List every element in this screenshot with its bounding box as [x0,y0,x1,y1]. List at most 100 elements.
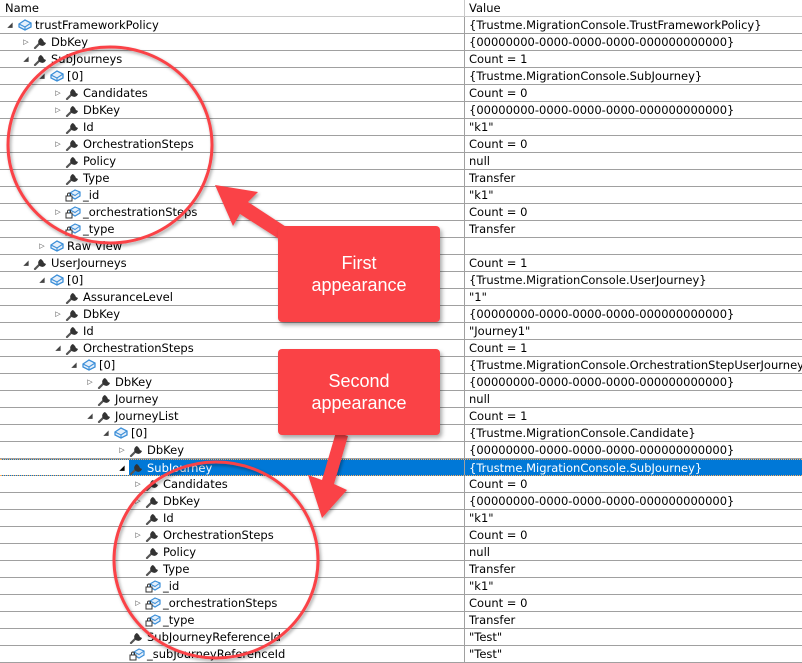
value-cell[interactable]: {Trustme.MigrationConsole.UserJourney} [465,272,802,288]
expand-arrow-icon[interactable]: ▷ [37,238,47,254]
value-cell[interactable]: null [465,153,802,169]
value-cell[interactable]: "k1" [465,119,802,135]
value-cell[interactable]: Count = 0 [465,85,802,101]
column-header-name[interactable]: Name [0,0,465,16]
tree-row[interactable]: ▷ DbKey {00000000-0000-0000-0000-000000000… [0,493,802,510]
collapse-arrow-icon[interactable]: ◢ [53,340,63,356]
collapse-arrow-icon[interactable]: ◢ [69,357,79,373]
private-field-icon [145,596,161,610]
collapse-arrow-icon[interactable]: ◢ [85,408,95,424]
collapse-arrow-icon[interactable]: ◢ [21,51,31,67]
value-cell[interactable]: "k1" [465,578,802,594]
row-name: DbKey [83,103,121,117]
value-cell[interactable]: Transfer [465,612,802,628]
expand-arrow-icon[interactable]: ▷ [53,204,63,220]
value-cell[interactable]: {00000000-0000-0000-0000-000000000000} [465,442,802,458]
expand-arrow-icon[interactable]: ▷ [133,595,143,611]
tree-row[interactable]: _id "k1" [0,578,802,595]
tree-row[interactable]: ▷ Candidates Count = 0 [0,476,802,493]
value-cell[interactable]: {00000000-0000-0000-0000-000000000000} [465,374,802,390]
value-cell[interactable]: {Trustme.MigrationConsole.Candidate} [465,425,802,441]
tree-row-selected[interactable]: ◢ SubJourney {Trustme.MigrationConsole.Sub… [0,459,802,476]
tree-row[interactable]: Type Transfer [0,561,802,578]
value-cell[interactable]: {00000000-0000-0000-0000-000000000000} [465,306,802,322]
expand-arrow-icon[interactable]: ▷ [133,527,143,543]
value-cell[interactable]: {00000000-0000-0000-0000-000000000000} [465,34,802,50]
value-cell[interactable]: Count = 1 [465,340,802,356]
tree-row[interactable]: ▷ _orchestrationSteps Count = 0 [0,595,802,612]
value-cell[interactable]: {00000000-0000-0000-0000-000000000000} [465,493,802,509]
value-cell[interactable]: {Trustme.MigrationConsole.SubJourney} [465,68,802,84]
collapse-arrow-icon[interactable]: ◢ [101,425,111,441]
value-cell[interactable] [465,238,802,254]
property-icon [65,137,81,152]
tree-row[interactable]: ▷ DbKey {00000000-0000-0000-0000-000000000… [0,442,802,459]
tree-row[interactable]: _type Transfer [0,612,802,629]
tree-row[interactable]: Id "k1" [0,510,802,527]
value-cell[interactable]: "Test" [465,629,802,645]
collapse-arrow-icon[interactable]: ◢ [37,68,47,84]
value-cell[interactable]: Transfer [465,561,802,577]
collapse-arrow-icon[interactable]: ◢ [21,255,31,271]
value-cell[interactable]: Count = 1 [465,408,802,424]
expand-arrow-icon[interactable]: ▷ [53,102,63,118]
row-name: _subJourneyReferenceId [147,647,286,661]
property-icon [129,630,145,645]
expand-arrow-icon[interactable]: ▷ [133,476,143,492]
value-cell[interactable]: Count = 0 [465,476,802,492]
collapse-arrow-icon[interactable]: ◢ [117,460,127,475]
value-cell[interactable]: Count = 1 [465,51,802,67]
name-cell: ▷ _orchestrationSteps [0,595,465,611]
tree-row[interactable]: Policy null [0,544,802,561]
tree-row[interactable]: ▷ OrchestrationSteps Count = 0 [0,527,802,544]
value-cell[interactable]: "1" [465,289,802,305]
tree-row[interactable]: ▷ Candidates Count = 0 [0,85,802,102]
value-cell[interactable]: {Trustme.MigrationConsole.SubJourney} [465,460,802,475]
collapse-arrow-icon[interactable]: ◢ [5,17,15,33]
expand-arrow-icon[interactable]: ▷ [117,442,127,458]
value-cell[interactable]: Count = 0 [465,136,802,152]
tree-row[interactable]: Id "k1" [0,119,802,136]
value-cell[interactable]: {Trustme.MigrationConsole.TrustFramework… [465,17,802,33]
expand-arrow-icon[interactable]: ▷ [53,306,63,322]
tree-row[interactable]: ▷ DbKey {00000000-0000-0000-0000-000000000… [0,34,802,51]
expand-arrow-icon[interactable]: ▷ [133,493,143,509]
tree-row[interactable]: ▷ _orchestrationSteps Count = 0 [0,204,802,221]
value-cell[interactable]: "Test" [465,646,802,662]
tree-row[interactable]: ◢ trustFrameworkPolicy {Trustme.MigrationC… [0,17,802,34]
tree-row[interactable]: ▷ DbKey {00000000-0000-0000-0000-000000000… [0,102,802,119]
tree-row[interactable]: ◢ SubJourneys Count = 1 [0,51,802,68]
expand-arrow-icon[interactable]: ▷ [53,136,63,152]
value-cell[interactable]: Count = 0 [465,595,802,611]
tree-row[interactable]: Type Transfer [0,170,802,187]
tree-row[interactable]: ◢ [0] {Trustme.MigrationConsole.SubJourney… [0,68,802,85]
tree-row[interactable]: SubJourneyReferenceId "Test" [0,629,802,646]
tree-row[interactable]: _subJourneyReferenceId "Test" [0,646,802,663]
value-cell[interactable]: {Trustme.MigrationConsole.OrchestrationS… [465,357,802,373]
value-cell[interactable]: null [465,544,802,560]
row-name: Candidates [83,86,148,100]
expand-arrow-icon[interactable]: ▷ [53,85,63,101]
value-cell[interactable]: Transfer [465,221,802,237]
value-cell[interactable]: Transfer [465,170,802,186]
expand-arrow-icon[interactable]: ▷ [21,34,31,50]
tree-row[interactable]: Policy null [0,153,802,170]
row-name: Id [163,511,174,525]
tree-row[interactable]: ▷ OrchestrationSteps Count = 0 [0,136,802,153]
object-icon [113,426,129,440]
value-cell[interactable]: Count = 0 [465,527,802,543]
value-cell[interactable]: "k1" [465,510,802,526]
tree-row[interactable]: _id "k1" [0,187,802,204]
value-cell[interactable]: Count = 0 [465,204,802,220]
tree-row[interactable]: Id "Journey1" [0,323,802,340]
collapse-arrow-icon[interactable]: ◢ [37,272,47,288]
value-cell[interactable]: {00000000-0000-0000-0000-000000000000} [465,102,802,118]
column-header-value[interactable]: Value [465,0,802,16]
property-icon [97,392,113,407]
value-cell[interactable]: null [465,391,802,407]
value-cell[interactable]: Count = 1 [465,255,802,271]
value-cell[interactable]: "Journey1" [465,323,802,339]
expand-arrow-icon[interactable]: ▷ [85,374,95,390]
value-cell[interactable]: "k1" [465,187,802,203]
property-icon [97,409,113,424]
